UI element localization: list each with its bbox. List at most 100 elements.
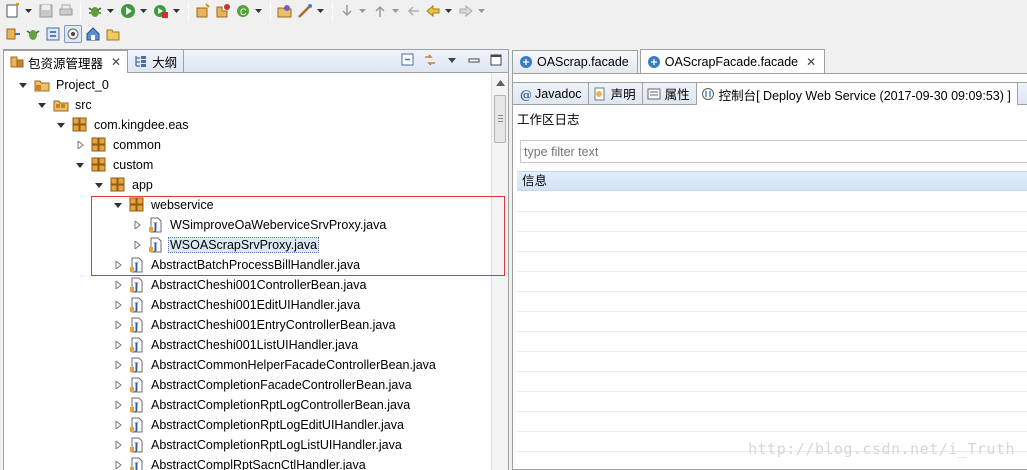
tree-item[interactable]: J AbstractCompletionRptLogControllerBean.… xyxy=(113,395,412,415)
chevron-down-icon[interactable] xyxy=(254,2,263,20)
chevron-down-icon[interactable] xyxy=(106,2,115,20)
tab-declaration[interactable]: 声明 xyxy=(589,83,643,104)
chevron-down-icon[interactable] xyxy=(24,2,33,20)
collapsed-triangle-icon[interactable] xyxy=(113,340,123,350)
debug-icon[interactable] xyxy=(86,2,104,20)
collapsed-triangle-icon[interactable] xyxy=(113,300,123,310)
previous-annotation-icon[interactable] xyxy=(371,2,389,20)
tab-package-explorer[interactable]: 包资源管理器 ✕ xyxy=(4,50,129,73)
expanded-triangle-icon[interactable] xyxy=(56,120,66,130)
tree-item[interactable]: J AbstractCompletionRptLogListUIHandler.j… xyxy=(113,435,404,455)
link-with-editor-icon[interactable] xyxy=(422,52,438,68)
log-row[interactable] xyxy=(517,272,1027,292)
tree-item[interactable]: Project_0 xyxy=(18,75,111,95)
log-row[interactable] xyxy=(517,252,1027,272)
collapsed-triangle-icon[interactable] xyxy=(113,460,123,470)
forward-icon[interactable] xyxy=(457,2,475,20)
collapsed-triangle-icon[interactable] xyxy=(113,420,123,430)
print-icon[interactable] xyxy=(57,2,75,20)
tree-item[interactable]: J AbstractCheshi001EditUIHandler.java xyxy=(113,295,362,315)
collapsed-triangle-icon[interactable] xyxy=(113,280,123,290)
run-last-icon[interactable] xyxy=(296,2,314,20)
tree-item[interactable]: com.kingdee.eas xyxy=(56,115,191,135)
tree-item[interactable]: J AbstractCheshi001ListUIHandler.java xyxy=(113,335,360,355)
new-class-icon[interactable] xyxy=(214,2,232,20)
bug-icon[interactable] xyxy=(24,25,42,43)
collapsed-triangle-icon[interactable] xyxy=(113,360,123,370)
log-row[interactable] xyxy=(517,412,1027,432)
tree-item[interactable]: common xyxy=(75,135,163,155)
chevron-down-icon[interactable] xyxy=(358,2,367,20)
minimize-icon[interactable] xyxy=(466,52,482,68)
chevron-down-icon[interactable] xyxy=(139,2,148,20)
collapsed-triangle-icon[interactable] xyxy=(113,400,123,410)
log-row[interactable] xyxy=(517,392,1027,412)
collapsed-triangle-icon[interactable] xyxy=(75,140,85,150)
tree-item[interactable]: custom xyxy=(75,155,155,175)
chevron-down-icon[interactable] xyxy=(172,2,181,20)
tab-properties[interactable]: 属性 xyxy=(643,83,697,104)
tab-outline[interactable]: 大纲 xyxy=(128,50,185,72)
maximize-icon[interactable] xyxy=(488,52,504,68)
next-annotation-icon[interactable] xyxy=(338,2,356,20)
filter-input[interactable] xyxy=(520,140,1027,163)
expanded-triangle-icon[interactable] xyxy=(94,180,104,190)
perspective-icon[interactable] xyxy=(64,25,82,43)
tab-javadoc[interactable]: @ Javadoc xyxy=(513,83,589,104)
tree-item[interactable]: J AbstractComplRptSacnCtlHandler.java xyxy=(113,455,368,470)
tree-item[interactable]: webservice xyxy=(113,195,216,215)
log-row[interactable] xyxy=(517,352,1027,372)
collapsed-triangle-icon[interactable] xyxy=(132,220,142,230)
log-column-header[interactable]: 信息 xyxy=(517,171,1027,191)
log-row[interactable] xyxy=(517,372,1027,392)
save-icon[interactable] xyxy=(37,2,55,20)
close-icon[interactable]: ✕ xyxy=(806,55,816,69)
log-row[interactable] xyxy=(517,332,1027,352)
chevron-down-icon[interactable] xyxy=(477,2,486,20)
tree-item[interactable]: J WSimproveOaWeberviceSrvProxy.java xyxy=(132,215,388,235)
scroll-up-icon[interactable] xyxy=(492,74,508,91)
vertical-scrollbar[interactable] xyxy=(491,74,508,470)
collapsed-triangle-icon[interactable] xyxy=(113,260,123,270)
tree-item[interactable]: app xyxy=(94,175,155,195)
expanded-triangle-icon[interactable] xyxy=(113,200,123,210)
tab-oascrapfacade-facade[interactable]: OAScrapFacade.facade ✕ xyxy=(639,49,826,73)
expanded-triangle-icon[interactable] xyxy=(37,100,47,110)
tree-item[interactable]: J WSOAScrapSrvProxy.java xyxy=(132,235,320,255)
close-icon[interactable]: ✕ xyxy=(111,55,121,69)
ear-icon[interactable] xyxy=(4,25,22,43)
scrollbar-thumb[interactable] xyxy=(494,95,506,143)
log-row[interactable] xyxy=(517,192,1027,212)
run-icon[interactable] xyxy=(119,2,137,20)
chevron-down-icon[interactable] xyxy=(316,2,325,20)
chevron-down-icon[interactable] xyxy=(391,2,400,20)
tree-item[interactable]: J AbstractCheshi001ControllerBean.java xyxy=(113,275,368,295)
tab-oascrap-facade[interactable]: OAScrap.facade xyxy=(512,50,638,73)
view-menu-icon[interactable] xyxy=(444,52,460,68)
log-row[interactable] xyxy=(517,212,1027,232)
tree-item[interactable]: J AbstractCompletionFacadeControllerBean.… xyxy=(113,375,414,395)
home-icon[interactable] xyxy=(84,25,102,43)
folder-icon[interactable] xyxy=(104,25,122,43)
log-row[interactable] xyxy=(517,312,1027,332)
open-type-icon[interactable] xyxy=(276,2,294,20)
new-java-package-icon[interactable] xyxy=(194,2,212,20)
tab-console[interactable]: 控制台[ Deploy Web Service (2017-09-30 09:0… xyxy=(696,83,1018,105)
tree-item[interactable]: J AbstractBatchProcessBillHandler.java xyxy=(113,255,362,275)
editor-area[interactable] xyxy=(512,73,1027,82)
sync-icon[interactable] xyxy=(44,25,62,43)
expanded-triangle-icon[interactable] xyxy=(18,80,28,90)
back-icon[interactable] xyxy=(424,2,442,20)
collapsed-triangle-icon[interactable] xyxy=(113,320,123,330)
chevron-down-icon[interactable] xyxy=(444,2,453,20)
external-tools-icon[interactable] xyxy=(152,2,170,20)
log-row[interactable] xyxy=(517,232,1027,252)
collapsed-triangle-icon[interactable] xyxy=(113,380,123,390)
tree-item[interactable]: J AbstractCompletionRptLogEditUIHandler.j… xyxy=(113,415,406,435)
collapse-all-icon[interactable] xyxy=(400,52,416,68)
tree-item[interactable]: src xyxy=(37,95,94,115)
expanded-triangle-icon[interactable] xyxy=(75,160,85,170)
last-edit-icon[interactable] xyxy=(404,2,422,20)
collapsed-triangle-icon[interactable] xyxy=(132,240,142,250)
collapsed-triangle-icon[interactable] xyxy=(113,440,123,450)
